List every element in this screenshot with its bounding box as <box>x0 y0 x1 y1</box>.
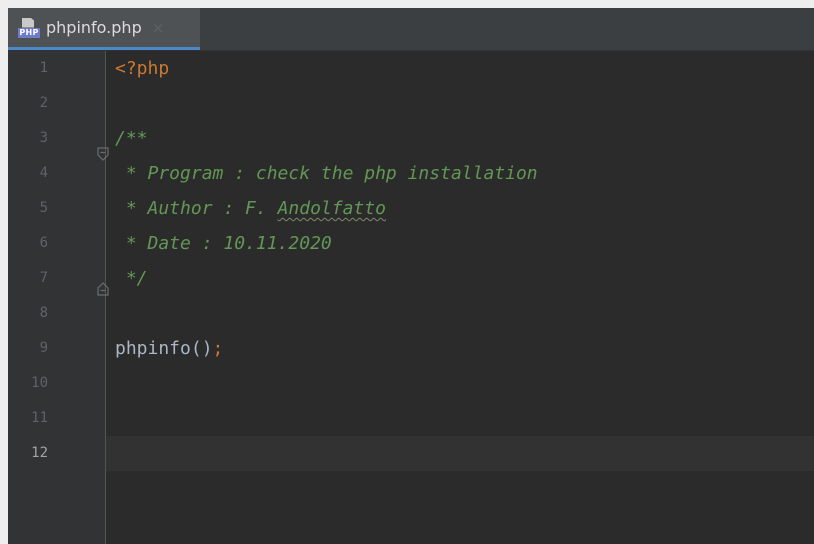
line-number: 10 <box>31 375 48 391</box>
comment-date: * Date : 10.11.2020 <box>115 233 332 254</box>
close-icon[interactable]: × <box>152 19 165 37</box>
line-number: 3 <box>39 130 48 146</box>
semicolon: ; <box>212 338 224 359</box>
code-editor[interactable]: 1 2 3 4 5 6 7 8 9 10 11 12 <?php /** * P… <box>8 51 814 544</box>
code-line-9[interactable]: phpinfo(); <box>106 331 814 366</box>
line-number: 4 <box>39 165 48 181</box>
code-line-4[interactable]: * Program : check the php installation <box>106 156 814 191</box>
line-number: 8 <box>39 305 48 321</box>
comment-author-name: Andolfatto <box>277 198 386 219</box>
editor-tab-bar: PHP phpinfo.php × <box>8 8 814 51</box>
tab-title: phpinfo.php <box>46 18 142 37</box>
line-number-current: 12 <box>31 445 48 461</box>
line-number: 5 <box>39 200 48 216</box>
line-number: 9 <box>39 340 48 356</box>
php-open-tag: <?php <box>115 58 170 79</box>
line-number-gutter: 1 2 3 4 5 6 7 8 9 10 11 12 <box>8 51 109 544</box>
line-number: 2 <box>39 95 48 111</box>
line-number: 1 <box>39 60 48 76</box>
code-line-5[interactable]: * Author : F. Andolfatto <box>106 191 814 226</box>
comment-author-prefix: * Author : F. <box>115 198 278 219</box>
tab-phpinfo[interactable]: PHP phpinfo.php × <box>8 8 200 50</box>
function-call: phpinfo() <box>115 338 213 359</box>
code-line-7[interactable]: */ <box>106 261 814 296</box>
code-area[interactable]: <?php /** * Program : check the php inst… <box>106 51 814 544</box>
php-file-icon: PHP <box>18 17 40 38</box>
line-number: 7 <box>39 270 48 286</box>
code-line-12-current[interactable] <box>106 436 814 471</box>
doc-comment-end: */ <box>115 268 148 289</box>
line-number: 6 <box>39 235 48 251</box>
doc-comment-start: /** <box>115 128 148 149</box>
ide-window: PHP phpinfo.php × 1 2 3 4 5 6 7 8 9 10 1… <box>0 0 814 544</box>
code-line-6[interactable]: * Date : 10.11.2020 <box>106 226 814 261</box>
line-number: 11 <box>31 410 48 426</box>
code-line-3[interactable]: /** <box>106 121 814 156</box>
code-line-1[interactable]: <?php <box>106 51 814 86</box>
comment-program: * Program : check the php installation <box>115 163 538 184</box>
